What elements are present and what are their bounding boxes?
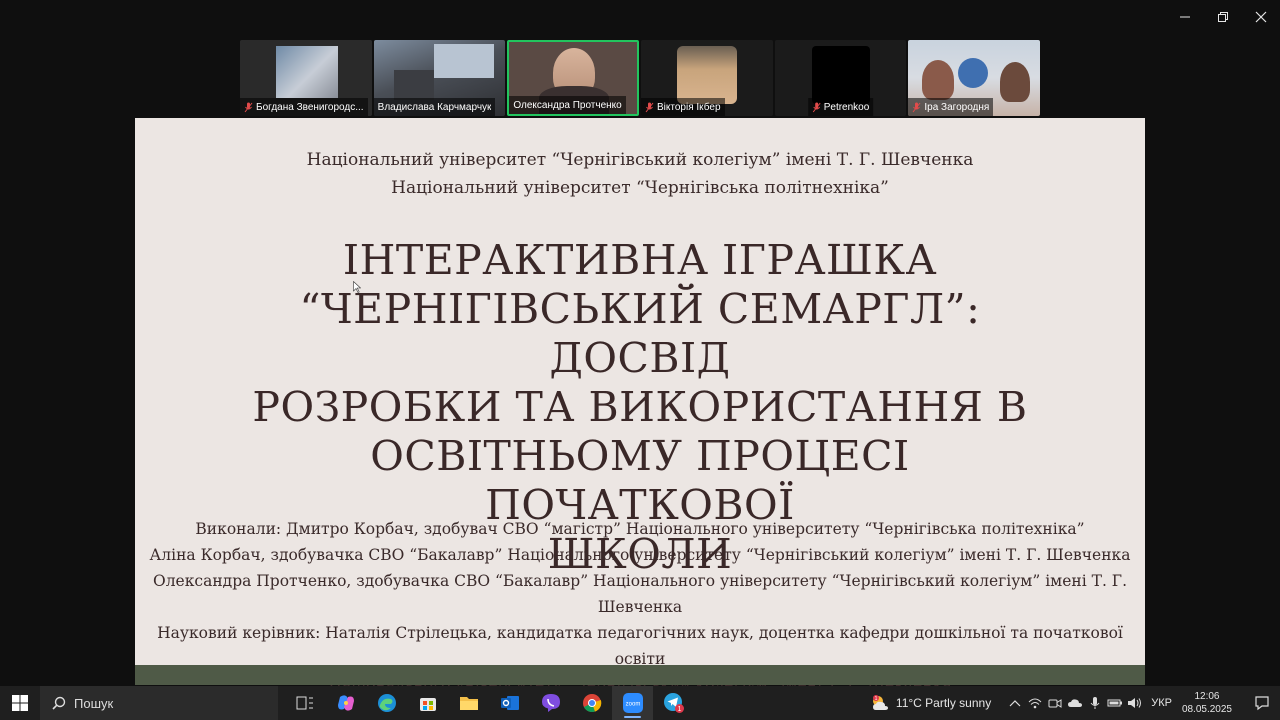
mic-muted-icon bbox=[812, 102, 821, 112]
participant-name-bar: Олександра Протченко bbox=[509, 96, 626, 114]
store-button[interactable] bbox=[407, 686, 448, 720]
partly-sunny-icon: 1 bbox=[872, 695, 888, 710]
weather-text: 11°C Partly sunny bbox=[895, 696, 992, 710]
search-label: Пошук bbox=[74, 695, 114, 711]
notifications-button[interactable] bbox=[1244, 695, 1280, 711]
cloud-icon bbox=[1068, 699, 1083, 707]
author-line: Олександра Протченко, здобувачка СВО “Ба… bbox=[152, 572, 1128, 616]
outlook-button[interactable] bbox=[489, 686, 530, 720]
network-tray-icon[interactable] bbox=[1025, 686, 1045, 720]
telegram-icon: 1 bbox=[663, 693, 684, 713]
microphone-tray-icon[interactable] bbox=[1085, 686, 1105, 720]
taskbar-search-box[interactable]: Пошук bbox=[40, 686, 278, 720]
speaker-icon bbox=[1128, 698, 1142, 708]
chrome-icon bbox=[582, 694, 601, 712]
participant-name-bar: Богдана Звенигородс... bbox=[240, 98, 368, 116]
close-button[interactable] bbox=[1242, 0, 1280, 34]
university-line-2: Національний університет “Чернігівська п… bbox=[391, 178, 889, 198]
windows-logo-icon bbox=[12, 695, 28, 711]
participant-name-bar: Petrenkoo bbox=[807, 98, 874, 116]
copilot-button[interactable] bbox=[325, 686, 366, 720]
participant-tile[interactable]: Богдана Звенигородс... bbox=[240, 40, 372, 116]
clock-date: 08.05.2025 bbox=[1181, 704, 1232, 715]
volume-tray-icon[interactable] bbox=[1125, 686, 1145, 720]
participant-name-bar: Вікторія Ікбер bbox=[641, 98, 725, 116]
zoom-button[interactable]: zoom bbox=[612, 686, 653, 720]
onedrive-tray-icon[interactable] bbox=[1065, 686, 1085, 720]
title-line: РОЗРОБКИ ТА ВИКОРИСТАННЯ В bbox=[252, 383, 1028, 431]
system-tray: 1 11°C Partly sunny УКР 12:06 08.05.2025 bbox=[870, 686, 1280, 720]
telegram-badge: 1 bbox=[677, 706, 681, 713]
participant-tile[interactable]: Владислава Карчмарчук bbox=[373, 40, 506, 116]
participant-name: Вікторія Ікбер bbox=[657, 101, 721, 113]
meet-tray-icon[interactable] bbox=[1045, 686, 1065, 720]
copilot-icon bbox=[337, 695, 354, 711]
mic-muted-icon bbox=[912, 102, 921, 112]
weather-badge: 1 bbox=[875, 696, 878, 702]
participant-tile[interactable]: Вікторія Ікбер bbox=[641, 40, 773, 116]
edge-icon bbox=[377, 694, 396, 712]
author-line: Аліна Корбач, здобувачка СВО “Бакалавр” … bbox=[149, 546, 1131, 564]
participant-name: Богдана Звенигородс... bbox=[256, 101, 364, 113]
file-explorer-button[interactable] bbox=[448, 686, 489, 720]
clock-time: 12:06 bbox=[1194, 691, 1220, 702]
participant-name: Олександра Протченко bbox=[513, 99, 622, 111]
participant-tile-active-speaker[interactable]: Олександра Протченко bbox=[507, 40, 640, 116]
notification-icon bbox=[1255, 696, 1269, 711]
participant-name: Іра Загородня bbox=[924, 101, 990, 113]
title-line: ІНТЕРАКТИВНА ІГРАШКА bbox=[342, 236, 938, 284]
taskbar-apps: zoom 1 bbox=[284, 686, 694, 720]
folder-icon bbox=[459, 697, 478, 710]
camera-icon bbox=[1048, 699, 1062, 708]
university-line-1: Національний університет “Чернігівський … bbox=[306, 150, 974, 170]
start-button[interactable] bbox=[0, 686, 40, 720]
slide-footer-band bbox=[135, 665, 1145, 685]
title-line: “ЧЕРНІГІВСЬКИЙ СЕМАРГЛ”: ДОСВІД bbox=[299, 285, 981, 382]
task-view-icon bbox=[296, 696, 313, 710]
mic-muted-icon bbox=[645, 102, 654, 112]
task-view-button[interactable] bbox=[284, 686, 325, 720]
participant-name-bar: Владислава Карчмарчук bbox=[373, 98, 496, 116]
edge-button[interactable] bbox=[366, 686, 407, 720]
input-language-indicator[interactable]: УКР bbox=[1151, 697, 1172, 709]
zoom-icon: zoom bbox=[622, 693, 643, 713]
chrome-button[interactable] bbox=[571, 686, 612, 720]
participant-name-bar: Іра Загородня bbox=[908, 98, 994, 116]
outlook-icon bbox=[500, 696, 519, 710]
mouse-cursor-icon bbox=[353, 281, 361, 293]
mic-muted-icon bbox=[244, 102, 253, 112]
window-controls bbox=[1166, 0, 1280, 34]
store-icon bbox=[419, 698, 436, 711]
restore-icon bbox=[1218, 12, 1228, 22]
participant-name: Владислава Карчмарчук bbox=[377, 101, 492, 113]
minimize-button[interactable] bbox=[1166, 0, 1204, 34]
telegram-button[interactable]: 1 bbox=[653, 686, 694, 720]
wifi-icon bbox=[1028, 698, 1042, 709]
weather-widget[interactable]: 1 11°C Partly sunny bbox=[870, 694, 991, 712]
show-hidden-icons-button[interactable] bbox=[1005, 686, 1025, 720]
battery-icon bbox=[1107, 699, 1123, 707]
battery-tray-icon[interactable] bbox=[1105, 686, 1125, 720]
maximize-button[interactable] bbox=[1204, 0, 1242, 34]
participants-strip: Богдана Звенигородс... Владислава Карчма… bbox=[240, 40, 1041, 116]
minimize-icon bbox=[1180, 16, 1190, 18]
search-icon bbox=[52, 696, 66, 710]
chevron-up-icon bbox=[1009, 700, 1021, 707]
close-icon bbox=[1255, 11, 1267, 23]
microphone-icon bbox=[1090, 697, 1100, 709]
clock[interactable]: 12:06 08.05.2025 bbox=[1182, 690, 1232, 716]
author-line: Виконали: Дмитро Корбач, здобувач СВО “м… bbox=[195, 520, 1085, 538]
participant-name: Petrenkoo bbox=[823, 101, 870, 113]
taskbar: Пошук zoom 1 1 11°C Partly sunny УКР 12:… bbox=[0, 686, 1280, 720]
viber-button[interactable] bbox=[530, 686, 571, 720]
svg-text:zoom: zoom bbox=[625, 702, 640, 708]
shared-screen-slide: Національний університет “Чернігівський … bbox=[135, 118, 1145, 694]
participant-tile[interactable]: Petrenkoo bbox=[774, 40, 907, 116]
viber-icon bbox=[541, 694, 560, 712]
participant-tile[interactable]: Іра Загородня bbox=[908, 40, 1041, 116]
